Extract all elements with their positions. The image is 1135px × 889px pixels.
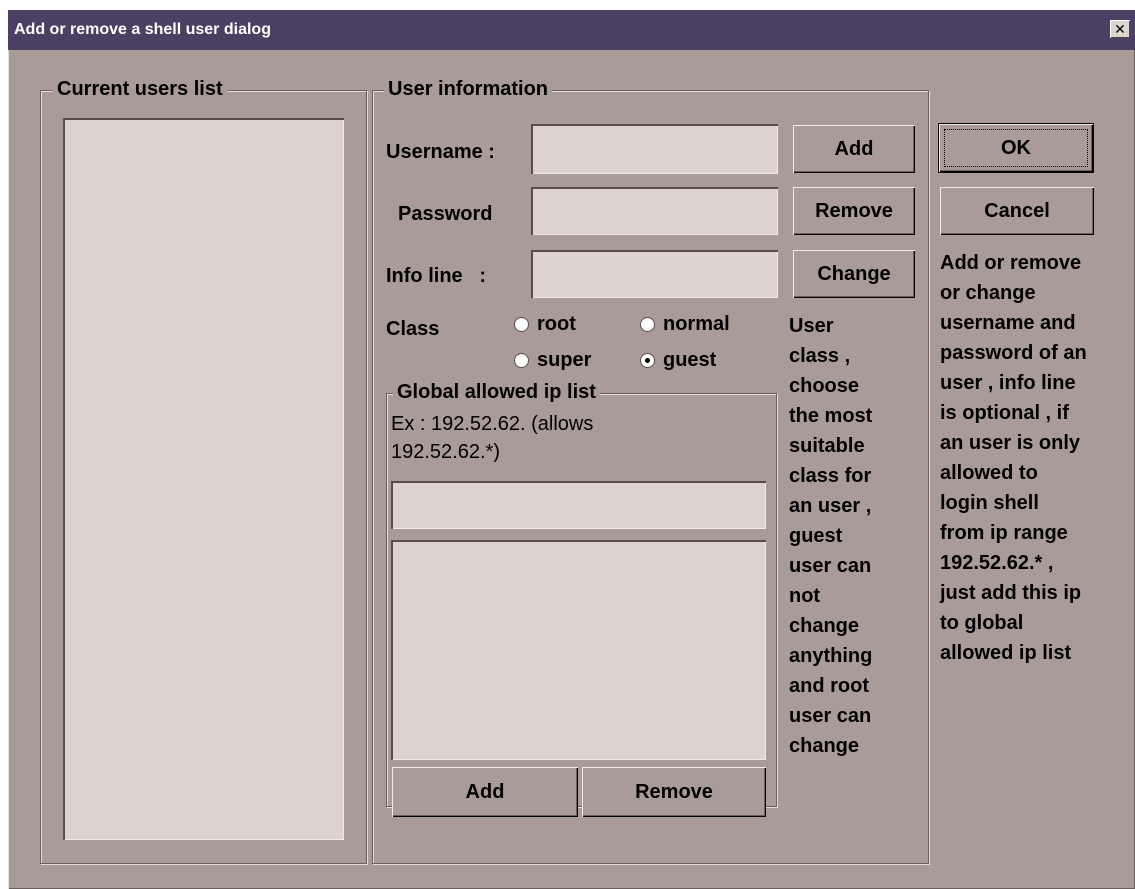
dialog-window: Add or remove a shell user dialog ✕ Curr… — [8, 10, 1135, 889]
remove-ip-button-label: Remove — [635, 780, 713, 803]
class-radio-guest[interactable]: guest — [640, 348, 716, 372]
user-info-legend: User information — [384, 77, 553, 101]
add-ip-button[interactable]: Add — [392, 767, 578, 817]
class-radio-normal-label: normal — [663, 313, 730, 335]
cancel-button-label: Cancel — [984, 199, 1050, 222]
focus-rect — [944, 129, 1088, 167]
remove-user-button-label: Remove — [815, 199, 893, 222]
info-line-label: Info line : — [386, 265, 486, 287]
ip-input[interactable] — [391, 481, 766, 529]
radio-unchecked-icon — [514, 352, 529, 368]
close-icon: ✕ — [1114, 21, 1126, 37]
remove-ip-button[interactable]: Remove — [582, 767, 766, 817]
add-user-button[interactable]: Add — [793, 125, 915, 173]
ip-listbox[interactable] — [391, 540, 766, 760]
remove-user-button[interactable]: Remove — [793, 187, 915, 235]
username-field[interactable] — [531, 124, 778, 174]
ok-button[interactable]: OK — [938, 123, 1094, 173]
ip-list-legend: Global allowed ip list — [393, 380, 600, 404]
current-users-legend: Current users list — [53, 77, 227, 101]
password-label: Password — [398, 203, 493, 225]
title-bar[interactable]: Add or remove a shell user dialog ✕ — [8, 10, 1135, 50]
add-ip-button-label: Add — [465, 780, 505, 803]
username-label: Username : — [386, 141, 495, 163]
help-text: Add or remove or change username and pas… — [940, 252, 1087, 664]
class-radio-root[interactable]: root — [514, 312, 576, 336]
ip-example-text: Ex : 192.52.62. (allows 192.52.62.*) — [391, 413, 594, 463]
class-radio-super-label: super — [537, 349, 592, 371]
close-button[interactable]: ✕ — [1110, 20, 1130, 38]
password-field[interactable] — [531, 187, 778, 235]
class-radio-super[interactable]: super — [514, 348, 591, 372]
radio-unchecked-icon — [514, 316, 529, 332]
class-radio-root-label: root — [537, 313, 576, 335]
class-label: Class — [386, 318, 440, 340]
radio-checked-icon — [640, 352, 655, 368]
add-user-button-label: Add — [834, 137, 874, 160]
change-user-button[interactable]: Change — [793, 250, 915, 298]
class-radio-guest-label: guest — [663, 349, 717, 371]
change-user-button-label: Change — [817, 262, 891, 285]
radio-unchecked-icon — [640, 316, 655, 332]
class-radio-normal[interactable]: normal — [640, 312, 730, 336]
info-line-field[interactable] — [531, 250, 778, 298]
current-users-listbox[interactable] — [63, 118, 344, 840]
cancel-button[interactable]: Cancel — [940, 187, 1094, 235]
window-title: Add or remove a shell user dialog — [14, 21, 271, 38]
class-help-text: User class , choose the most suitable cl… — [789, 315, 873, 757]
